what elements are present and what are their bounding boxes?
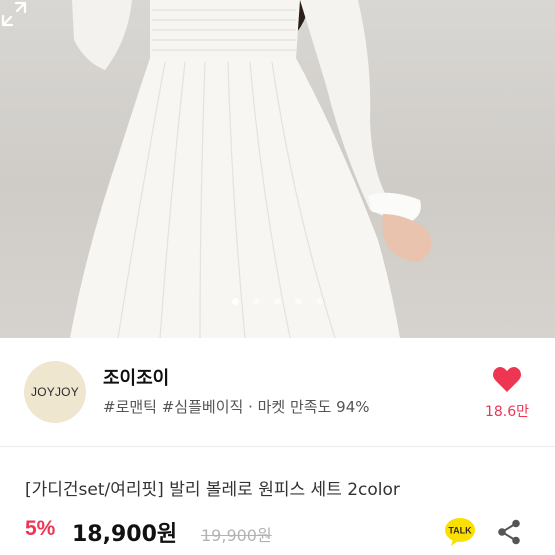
like-button[interactable]: 18.6만 [474,366,540,421]
carousel-dot[interactable] [274,298,281,305]
shop-tags: #로맨틱 #심플베이직 · 마켓 만족도 94% [103,398,370,416]
carousel-dot[interactable] [295,298,302,305]
product-title: [가디건set/여리핏] 발리 볼레로 원피스 세트 2color [25,480,400,500]
talk-label: TALK [448,526,472,536]
discount-rate: 5% [25,517,56,540]
share-icon[interactable] [497,519,521,545]
shop-logo[interactable]: JOYJOY [24,361,86,423]
product-image-carousel[interactable] [0,0,555,338]
carousel-indicator[interactable] [0,298,555,310]
heart-icon [492,367,522,392]
carousel-dot[interactable] [232,298,239,305]
carousel-dot[interactable] [316,298,323,305]
like-count: 18.6만 [484,404,530,420]
shop-info-row[interactable]: JOYJOY 조이조이 #로맨틱 #심플베이직 · 마켓 만족도 94% 18.… [0,338,555,447]
price-row: 5% 18,900원 19,900원 TALK [25,515,545,549]
carousel-dot[interactable] [253,298,260,305]
shop-name[interactable]: 조이조이 [103,364,169,390]
shop-logo-text: JOYJOY [31,385,79,399]
original-price: 19,900원 [201,526,272,545]
sale-price: 18,900원 [72,522,178,547]
expand-icon[interactable] [0,0,28,28]
product-photo [70,0,432,338]
kakao-talk-icon[interactable]: TALK [444,517,476,547]
